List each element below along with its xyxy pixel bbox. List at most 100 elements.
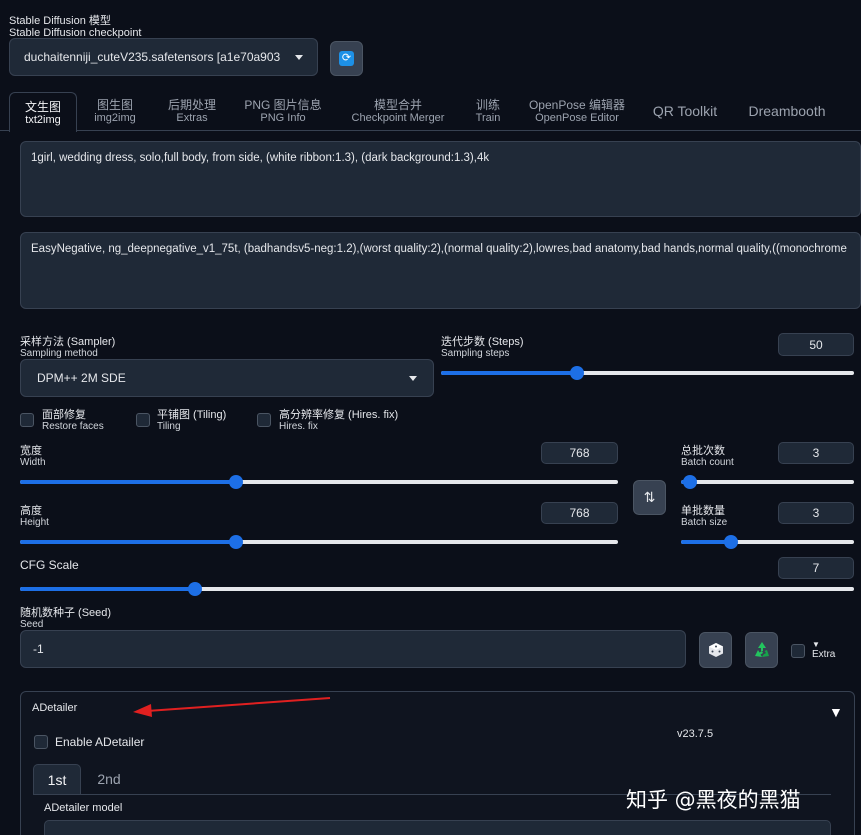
tab-label: 2nd: [97, 771, 121, 787]
adetailer-model-label: ADetailer model: [44, 802, 123, 814]
steps-slider[interactable]: [441, 365, 854, 381]
collapse-triangle-icon[interactable]: ▼: [829, 704, 843, 720]
annotation-arrow: [133, 697, 331, 717]
adetailer-tab-1st[interactable]: 1st: [33, 764, 81, 794]
tab-label-zh: 模型合并: [373, 98, 422, 112]
dice-icon: [708, 643, 723, 657]
batch-count-number-input[interactable]: 3: [778, 442, 854, 464]
width-slider[interactable]: [20, 474, 618, 490]
cfg-scale-label: CFG Scale: [20, 558, 79, 572]
width-number-input[interactable]: 768: [541, 442, 618, 464]
tab-label-zh: 图生图: [96, 98, 133, 112]
tab-txt2img[interactable]: 文生图 txt2img: [9, 92, 77, 132]
height-value: 768: [569, 506, 590, 520]
batch-size-value: 3: [812, 506, 820, 520]
checkpoint-value: duchaitenniji_cuteV235.safetensors [a1e7…: [24, 50, 281, 64]
tab-label-en: Extras: [176, 112, 208, 124]
positive-prompt-input[interactable]: 1girl, wedding dress, solo,full body, fr…: [20, 141, 861, 217]
seed-input[interactable]: -1: [20, 630, 686, 668]
chevron-down-icon: [409, 375, 417, 381]
watermark: 知乎 @黑夜的黑猫: [626, 788, 801, 812]
tab-divider: [0, 130, 861, 131]
hires-fix-checkbox[interactable]: [257, 413, 271, 427]
extra-seed-checkbox[interactable]: [791, 644, 805, 658]
tab-label-en: OpenPose Editor: [535, 112, 619, 124]
batch-size-number-input[interactable]: 3: [778, 502, 854, 524]
reuse-seed-button[interactable]: [745, 632, 778, 668]
tab-label: 1st: [47, 771, 67, 788]
height-number-input[interactable]: 768: [541, 502, 618, 524]
width-label: 宽度 Width: [20, 445, 46, 468]
adetailer-model-select[interactable]: [44, 820, 831, 835]
tab-label-zh: 文生图: [24, 99, 61, 114]
tab-label-zh: PNG 图片信息: [244, 98, 322, 112]
chevron-down-icon: [295, 54, 303, 60]
width-value: 768: [569, 446, 590, 460]
cfg-scale-number-input[interactable]: 7: [778, 557, 854, 579]
tab-label-en: Train: [475, 112, 501, 124]
adetailer-tab-2nd[interactable]: 2nd: [87, 764, 131, 794]
slider-handle[interactable]: [570, 366, 585, 380]
tab-label-zh: 训练: [475, 98, 500, 112]
swap-icon: ⇅: [643, 489, 656, 505]
tab-label-en: PNG Info: [260, 112, 306, 124]
slider-handle[interactable]: [228, 475, 243, 489]
negative-prompt-text: EasyNegative, ng_deepnegative_v1_75t, (b…: [31, 243, 847, 255]
tab-img2img[interactable]: 图生图 img2img: [84, 92, 146, 130]
tab-label-en: Checkpoint Merger: [351, 112, 445, 124]
batch-count-slider[interactable]: [681, 474, 854, 490]
extra-toggle[interactable]: ▼ Extra: [812, 640, 836, 661]
batch-size-label: 单批数量 Batch size: [681, 505, 728, 528]
seed-label: 随机数种子 (Seed) Seed: [20, 607, 112, 630]
tab-openpose-editor[interactable]: OpenPose 编辑器 OpenPose Editor: [526, 92, 628, 130]
refresh-checkpoint-button[interactable]: ⟳: [330, 41, 363, 76]
height-slider[interactable]: [20, 534, 618, 550]
slider-handle[interactable]: [188, 582, 203, 596]
tiling-label: 平铺图 (Tiling) Tiling: [157, 409, 227, 432]
tab-label-en: img2img: [94, 112, 136, 124]
tab-label: QR Toolkit: [652, 103, 718, 119]
steps-label: 迭代步数 (Steps) Sampling steps: [441, 336, 524, 359]
slider-handle[interactable]: [228, 535, 243, 549]
batch-count-value: 3: [812, 446, 820, 460]
tiling-checkbox[interactable]: [136, 413, 150, 427]
restore-faces-label: 面部修复 Restore faces: [42, 409, 104, 432]
batch-size-slider[interactable]: [681, 534, 854, 550]
tab-extras[interactable]: 后期处理 Extras: [160, 92, 224, 130]
tab-train[interactable]: 训练 Train: [468, 92, 508, 130]
slider-handle[interactable]: [682, 475, 697, 489]
cfg-scale-slider[interactable]: [20, 581, 854, 597]
cfg-scale-value: 7: [812, 561, 820, 575]
checkpoint-select[interactable]: duchaitenniji_cuteV235.safetensors [a1e7…: [9, 38, 318, 76]
tab-dreambooth[interactable]: Dreambooth: [742, 92, 832, 130]
slider-handle[interactable]: [724, 535, 739, 549]
positive-prompt-text: 1girl, wedding dress, solo,full body, fr…: [31, 152, 490, 164]
tab-label-zh: OpenPose 编辑器: [528, 98, 626, 112]
enable-adetailer-checkbox[interactable]: [34, 735, 48, 749]
tab-checkpoint-merger[interactable]: 模型合并 Checkpoint Merger: [343, 92, 453, 130]
restore-faces-checkbox[interactable]: [20, 413, 34, 427]
tab-label: Dreambooth: [748, 103, 826, 119]
steps-value: 50: [809, 337, 823, 352]
adetailer-title[interactable]: ADetailer: [32, 702, 77, 714]
swap-dimensions-button[interactable]: ⇅: [633, 480, 666, 515]
hires-fix-label: 高分辨率修复 (Hires. fix) Hires. fix: [279, 409, 399, 432]
negative-prompt-input[interactable]: EasyNegative, ng_deepnegative_v1_75t, (b…: [20, 232, 861, 309]
triangle-down-icon: ▼: [812, 640, 820, 649]
adetailer-version: v23.7.5: [677, 728, 714, 740]
tab-qr-toolkit[interactable]: QR Toolkit: [645, 92, 725, 130]
height-label: 高度 Height: [20, 505, 49, 528]
random-seed-button[interactable]: [699, 632, 732, 668]
batch-count-label: 总批次数 Batch count: [681, 445, 734, 468]
tab-label-en: txt2img: [25, 113, 61, 126]
steps-number-input[interactable]: 50: [778, 333, 854, 356]
sampling-method-select[interactable]: DPM++ 2M SDE: [20, 359, 434, 397]
enable-adetailer-label: Enable ADetailer: [55, 735, 145, 749]
tab-png-info[interactable]: PNG 图片信息 PNG Info: [240, 92, 326, 130]
sampler-label: 采样方法 (Sampler) Sampling method: [20, 336, 116, 359]
recycle-icon: [754, 642, 769, 657]
checkpoint-label: Stable Diffusion 模型 Stable Diffusion che…: [9, 15, 142, 39]
refresh-icon: ⟳: [339, 51, 354, 66]
tab-label-zh: 后期处理: [167, 98, 216, 112]
extra-label: Extra: [812, 649, 836, 660]
